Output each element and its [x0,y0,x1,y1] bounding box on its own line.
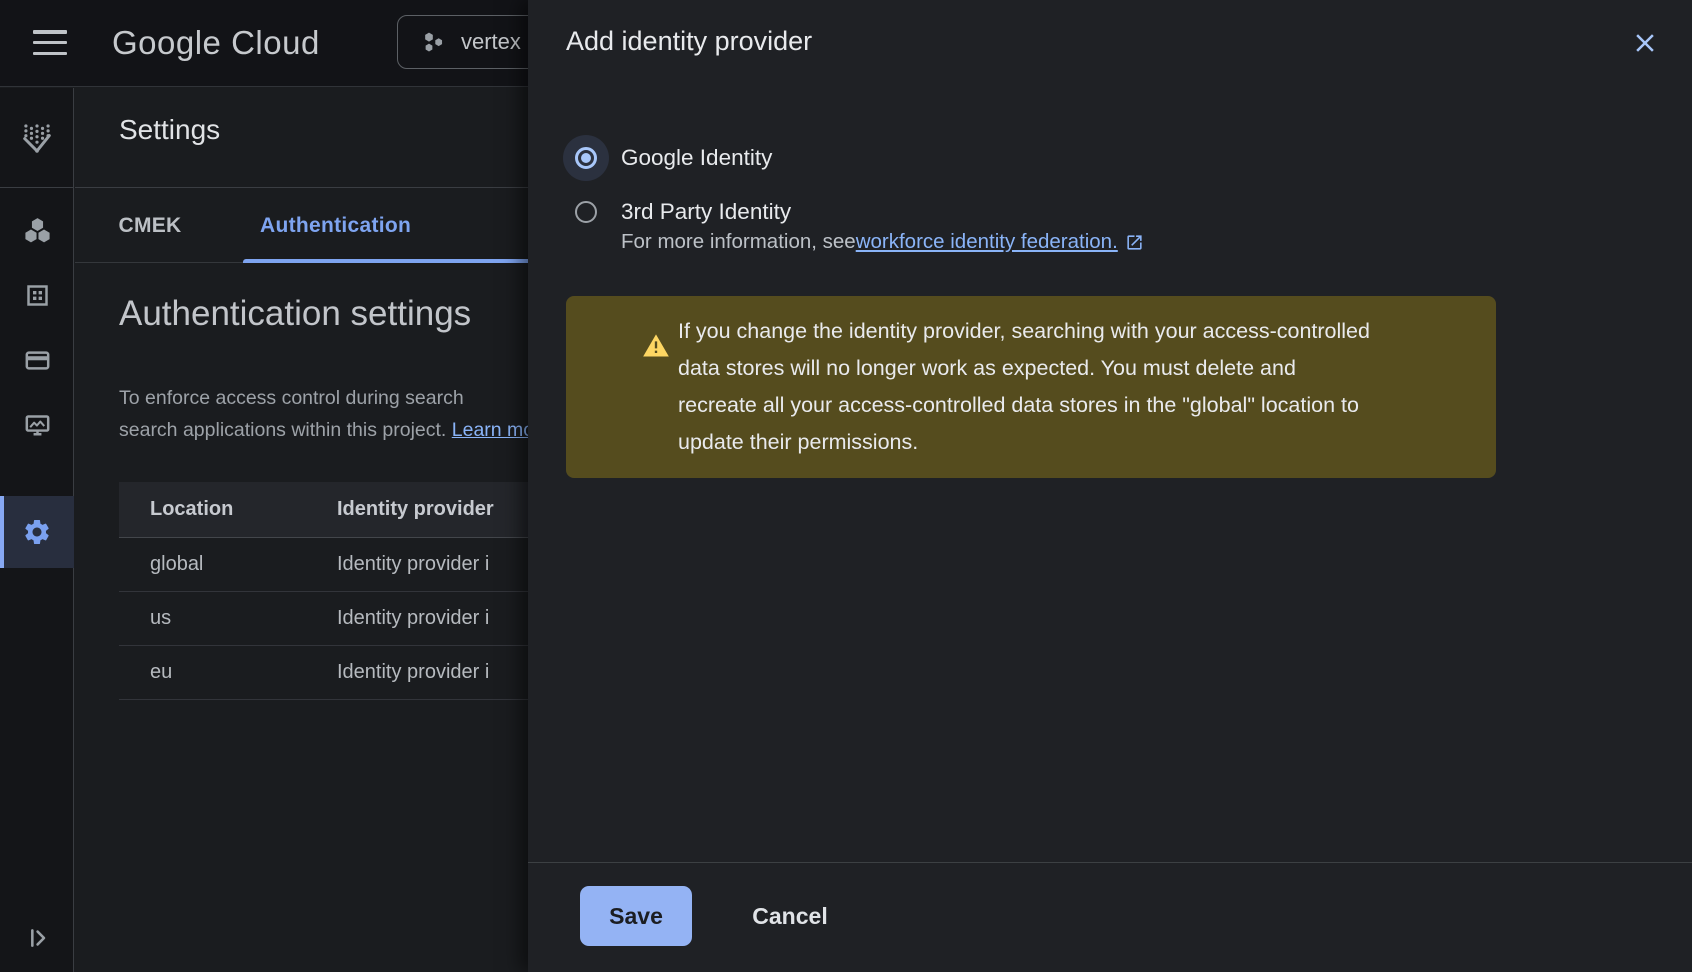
cell-location: global [119,553,337,576]
apps-grid-icon[interactable] [0,263,74,327]
radio-unselected-icon [575,201,597,223]
cell-identity-provider: Identity provider i [337,661,489,684]
info-line: For more information, see workforce iden… [621,230,1144,254]
left-nav-rail [0,88,74,972]
add-identity-provider-dialog: Add identity provider Google Identity 3r… [528,0,1692,972]
page-title: Settings [119,114,220,146]
radio-label: 3rd Party Identity [621,199,791,225]
radio-3rd-party-identity[interactable]: 3rd Party Identity [563,189,791,235]
close-icon[interactable] [1628,26,1662,60]
google-cloud-logo: Google Cloud [112,24,320,62]
section-description: To enforce access control during search … [119,383,551,446]
hamburger-menu-icon[interactable] [33,30,67,55]
warning-text: If you change the identity provider, sea… [678,313,1378,461]
radio-google-identity[interactable]: Google Identity [563,135,772,181]
radio-halo [563,135,609,181]
external-link-icon[interactable] [1125,233,1144,252]
tab-cmek[interactable]: CMEK [95,188,205,263]
description-line-2: search applications within this project.… [119,415,551,447]
column-header-identity-provider: Identity provider [337,498,494,521]
ai-applications-logo-icon[interactable] [0,88,74,188]
column-header-location: Location [119,498,337,521]
analytics-monitor-icon[interactable] [0,393,74,457]
collapse-panel-icon[interactable] [0,906,74,970]
description-line-1: To enforce access control during search [119,383,551,415]
workforce-identity-federation-link[interactable]: workforce identity federation. [856,230,1118,254]
dialog-title: Add identity provider [566,26,812,57]
radio-label: Google Identity [621,145,772,171]
section-heading: Authentication settings [119,294,471,334]
save-button[interactable]: Save [580,886,692,946]
radio-halo [563,189,609,235]
cell-identity-provider: Identity provider i [337,607,489,630]
radio-selected-icon [575,147,597,169]
cell-location: us [119,607,337,630]
cancel-button[interactable]: Cancel [718,886,862,946]
info-text: For more information, see [621,230,856,254]
project-hexagons-icon [420,29,447,56]
cell-identity-provider: Identity provider i [337,553,489,576]
data-stores-cubes-icon[interactable] [0,198,74,262]
settings-gear-icon[interactable] [0,496,74,568]
billing-card-icon[interactable] [0,328,74,392]
project-name: vertex [461,29,521,55]
cell-location: eu [119,661,337,684]
tab-authentication[interactable]: Authentication [243,188,533,263]
warning-banner: If you change the identity provider, sea… [566,296,1496,478]
footer-divider [528,862,1692,863]
warning-triangle-icon [642,332,670,360]
